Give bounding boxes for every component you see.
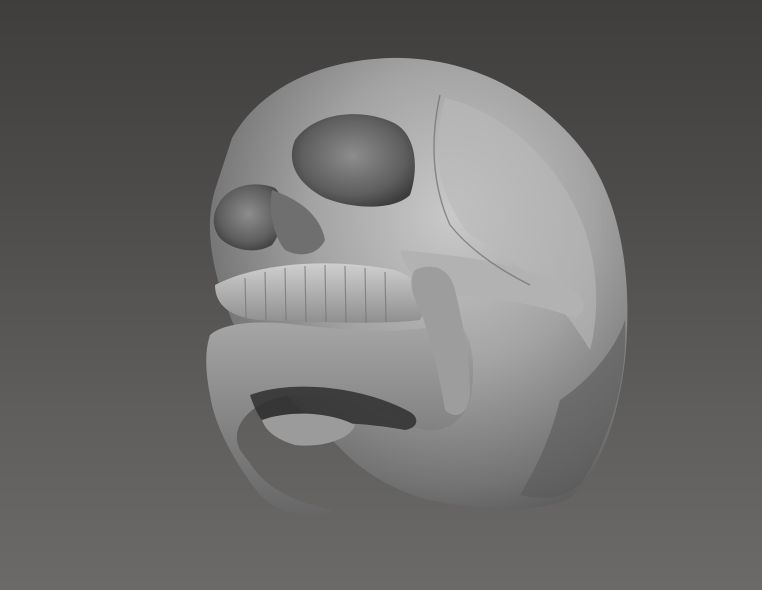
sculpt-viewport[interactable] [0,0,762,590]
skull-model[interactable] [0,0,762,590]
